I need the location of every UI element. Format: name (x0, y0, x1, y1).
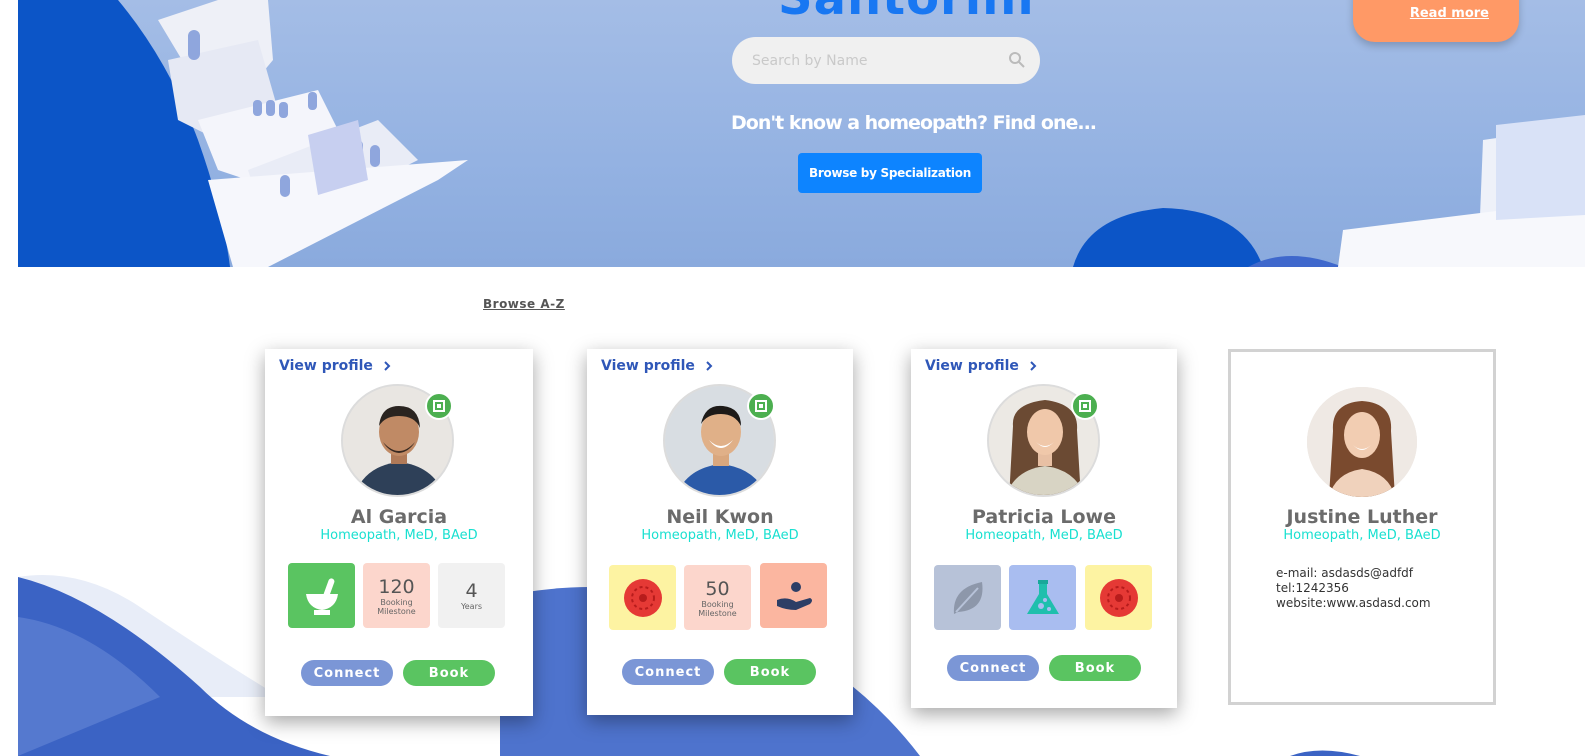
contact-website: website:www.asdasd.com (1276, 596, 1431, 610)
years-label: Years (460, 602, 483, 611)
flask-icon (1009, 565, 1076, 630)
contact-tel: tel:1242356 (1276, 581, 1349, 595)
site-title: Santorini (778, 0, 1035, 26)
contact-email: e-mail: asdasds@adfdf (1276, 566, 1414, 580)
read-more-label: Read more (1409, 6, 1489, 21)
practitioner-name: Justine Luther (1286, 506, 1438, 528)
view-profile-link[interactable]: View profile (925, 358, 1037, 374)
years-value: 4 (465, 580, 478, 602)
avatar (1307, 387, 1417, 497)
practitioner-credentials: Homeopath, MeD, BAeD (641, 528, 799, 543)
browse-a-z-link[interactable]: Browse A-Z (483, 297, 565, 311)
verified-badge-icon (1071, 392, 1099, 420)
leaf-icon (934, 565, 1001, 630)
booking-milestone-value: 120 (378, 575, 415, 598)
browse-by-specialization-button[interactable]: Browse by Specialization (798, 153, 982, 193)
practitioner-name: Al Garcia (350, 506, 448, 528)
search-icon[interactable] (1008, 51, 1026, 69)
search-input[interactable] (752, 50, 992, 72)
hand-care-icon (760, 563, 827, 628)
practitioner-name: Patricia Lowe (971, 506, 1116, 528)
read-more-button[interactable]: Read more (1353, 0, 1519, 42)
view-profile-label: View profile (279, 358, 373, 374)
chevron-right-icon (1030, 361, 1037, 371)
practitioner-card: Justine Luther Homeopath, MeD, BAeD e-ma… (1228, 349, 1496, 705)
book-button[interactable]: Book (1049, 655, 1141, 681)
contact-info: e-mail: asdasds@adfdf tel:1242356 websit… (1276, 566, 1431, 611)
view-profile-label: View profile (925, 358, 1019, 374)
mortar-pestle-icon (288, 563, 355, 628)
chevron-right-icon (706, 361, 713, 371)
view-profile-link[interactable]: View profile (601, 358, 713, 374)
view-profile-link[interactable]: View profile (279, 358, 391, 374)
view-profile-label: View profile (601, 358, 695, 374)
booking-milestone-label: Booking Milestone (698, 599, 737, 618)
practitioner-card: View profile Neil Kwon Homeopath, MeD, B… (587, 349, 853, 715)
practitioner-credentials: Homeopath, MeD, BAeD (965, 528, 1123, 543)
tomato-icon (609, 565, 676, 630)
practitioner-credentials: Homeopath, MeD, BAeD (320, 528, 478, 543)
connect-button[interactable]: Connect (301, 660, 393, 686)
book-button[interactable]: Book (403, 660, 495, 686)
find-homeopath-tagline: Don't know a homeopath? Find one... (731, 112, 1097, 134)
page: Santorini Read more Don't know a homeopa… (0, 0, 1585, 756)
connect-button[interactable]: Connect (622, 659, 714, 685)
search-box (732, 37, 1040, 84)
booking-milestone-tile: 120 Booking Milestone (363, 563, 430, 628)
hero-banner: Santorini Read more Don't know a homeopa… (18, 0, 1585, 267)
verified-badge-icon (747, 392, 775, 420)
booking-milestone-value: 50 (705, 577, 730, 600)
booking-milestone-label: Booking Milestone (377, 597, 416, 616)
chevron-right-icon (384, 361, 391, 371)
booking-milestone-tile: 50 Booking Milestone (684, 565, 751, 630)
book-button[interactable]: Book (724, 659, 816, 685)
years-tile: 4 Years (438, 563, 505, 628)
practitioner-name: Neil Kwon (666, 506, 774, 528)
practitioner-card: View profile Al Garcia Homeopath, MeD, B… (265, 349, 533, 716)
tomato-icon (1085, 565, 1152, 630)
connect-button[interactable]: Connect (947, 655, 1039, 681)
practitioner-credentials: Homeopath, MeD, BAeD (1283, 528, 1441, 543)
verified-badge-icon (425, 392, 453, 420)
practitioner-card: View profile Patricia Lowe Homeopath, Me… (911, 349, 1177, 708)
